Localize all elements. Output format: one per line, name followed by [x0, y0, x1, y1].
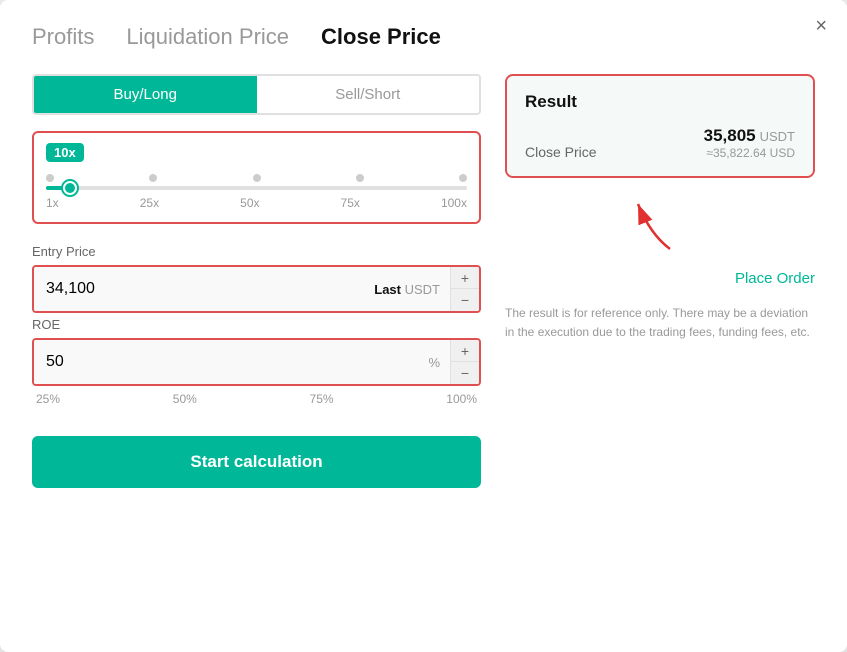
- slider-label-75x: 75x: [341, 196, 360, 210]
- tab-profits[interactable]: Profits: [32, 24, 94, 50]
- main-content: Buy/Long Sell/Short 10x: [32, 74, 815, 488]
- roe-label: ROE: [32, 317, 481, 332]
- slider-label-50x: 50x: [240, 196, 259, 210]
- leverage-section: 10x 1x 25x: [32, 131, 481, 224]
- arrow-svg: [620, 194, 700, 254]
- slider-labels: 1x 25x 50x 75x 100x: [46, 196, 467, 210]
- calculator-modal: × Profits Liquidation Price Close Price …: [0, 0, 847, 652]
- close-price-result-label: Close Price: [525, 144, 597, 160]
- result-box: Result Close Price 35,805USDT ≈35,822.64…: [505, 74, 815, 178]
- entry-price-decrement[interactable]: −: [451, 289, 479, 311]
- slider-dot-4: [356, 174, 364, 182]
- place-order-button[interactable]: Place Order: [735, 270, 815, 287]
- entry-price-last: Last: [374, 282, 401, 297]
- buy-long-button[interactable]: Buy/Long: [32, 74, 259, 115]
- left-panel: Buy/Long Sell/Short 10x: [32, 74, 481, 488]
- entry-price-unit: USDT: [405, 282, 440, 297]
- entry-price-input[interactable]: [34, 267, 364, 311]
- tab-header: Profits Liquidation Price Close Price: [32, 24, 815, 50]
- slider-label-1x: 1x: [46, 196, 59, 210]
- slider-track[interactable]: [46, 186, 467, 190]
- sell-short-button[interactable]: Sell/Short: [257, 76, 480, 113]
- roe-stepper: + −: [450, 340, 479, 384]
- percent-100[interactable]: 100%: [442, 390, 481, 408]
- close-price-approx: ≈35,822.64 USD: [704, 146, 795, 160]
- slider-dot-5: [459, 174, 467, 182]
- leverage-slider-container: 1x 25x 50x 75x 100x: [46, 170, 467, 210]
- entry-price-stepper: + −: [450, 267, 479, 311]
- direction-toggle: Buy/Long Sell/Short: [32, 74, 481, 115]
- slider-label-25x: 25x: [140, 196, 159, 210]
- roe-decrement[interactable]: −: [451, 362, 479, 384]
- entry-price-suffix: Last USDT: [364, 267, 450, 311]
- slider-dots: [46, 174, 467, 182]
- arrow-annotation: [505, 194, 815, 254]
- roe-input[interactable]: [34, 340, 418, 384]
- entry-price-increment[interactable]: +: [451, 267, 479, 289]
- close-button[interactable]: ×: [815, 16, 827, 36]
- right-panel: Result Close Price 35,805USDT ≈35,822.64…: [505, 74, 815, 488]
- tab-close-price[interactable]: Close Price: [321, 24, 441, 50]
- roe-group: % + −: [32, 338, 481, 386]
- place-order-link: Place Order: [505, 270, 815, 288]
- disclaimer-text: The result is for reference only. There …: [505, 296, 815, 342]
- slider-dot-2: [149, 174, 157, 182]
- close-price-result-value: 35,805USDT: [704, 126, 795, 146]
- roe-suffix: %: [418, 340, 450, 384]
- percent-shortcuts: 25% 50% 75% 100%: [32, 390, 481, 408]
- roe-increment[interactable]: +: [451, 340, 479, 362]
- slider-thumb: [63, 181, 77, 195]
- result-title: Result: [525, 92, 795, 112]
- slider-label-100x: 100x: [441, 196, 467, 210]
- percent-25[interactable]: 25%: [32, 390, 64, 408]
- result-values: 35,805USDT ≈35,822.64 USD: [704, 126, 795, 160]
- slider-dot-3: [253, 174, 261, 182]
- slider-dot-1: [46, 174, 54, 182]
- percent-50[interactable]: 50%: [169, 390, 201, 408]
- entry-price-label: Entry Price: [32, 244, 481, 259]
- roe-section: ROE % + − 25% 50% 75% 100%: [32, 317, 481, 408]
- entry-price-group: Last USDT + −: [32, 265, 481, 313]
- result-row: Close Price 35,805USDT ≈35,822.64 USD: [525, 126, 795, 160]
- leverage-badge: 10x: [46, 143, 84, 162]
- percent-75[interactable]: 75%: [306, 390, 338, 408]
- tab-liquidation-price[interactable]: Liquidation Price: [126, 24, 289, 50]
- start-calculation-button[interactable]: Start calculation: [32, 436, 481, 488]
